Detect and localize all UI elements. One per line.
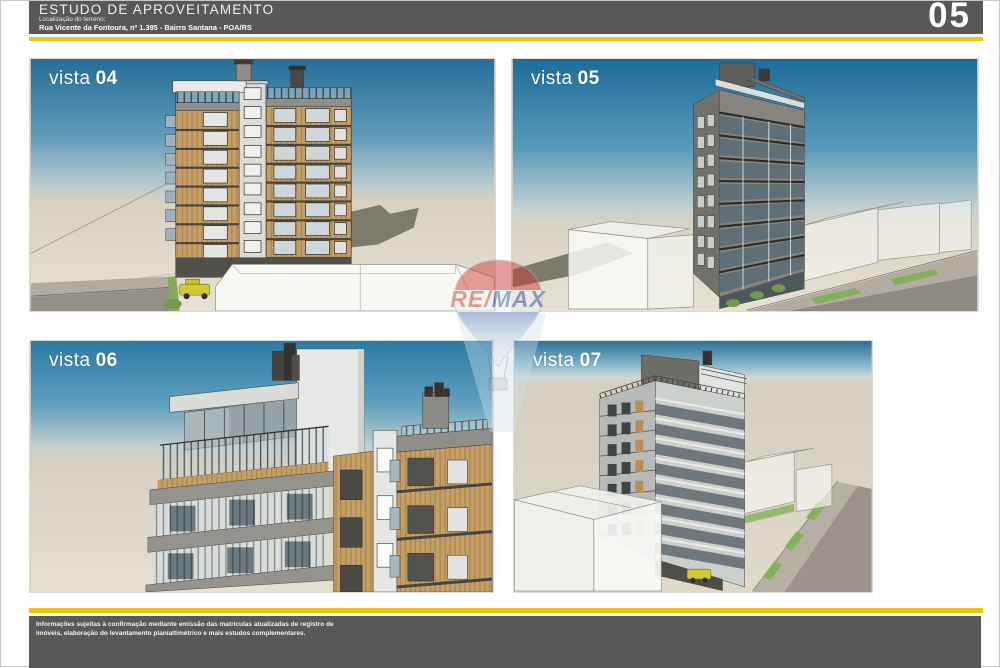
vista-07-label: vista07 bbox=[533, 350, 602, 372]
vista-04-label: vista04 bbox=[49, 68, 118, 90]
vista-04-panel: vista04 bbox=[29, 58, 496, 312]
vista-05-panel: vista05 bbox=[511, 58, 979, 312]
side-balconies-04 bbox=[166, 116, 176, 241]
foreground-white-building-04 bbox=[215, 264, 494, 311]
page-title: ESTUDO DE APROVEITAMENTO bbox=[39, 2, 274, 17]
vista-07-panel: vista07 bbox=[513, 340, 873, 593]
study-page: { "header": { "title": "ESTUDO DE APROVE… bbox=[0, 0, 1000, 667]
page-number: 05 bbox=[928, 0, 971, 36]
header-yellow-rule bbox=[29, 37, 983, 41]
vista-07-render bbox=[514, 341, 872, 592]
vista-05-render bbox=[512, 59, 978, 311]
vista-06-label: vista06 bbox=[49, 350, 118, 372]
location-label: Localização do terreno: bbox=[39, 16, 105, 23]
vista-06-panel: vista06 bbox=[29, 340, 494, 593]
mid-column-windows-06 bbox=[340, 470, 362, 592]
vista-05-label: vista05 bbox=[531, 68, 600, 90]
page-footer: Informações sujeitas à confirmação media… bbox=[29, 616, 981, 668]
vista-06-render bbox=[30, 341, 493, 592]
page-header: ESTUDO DE APROVEITAMENTO Localização do … bbox=[29, 1, 983, 34]
foreground-white-box-07 bbox=[514, 486, 661, 591]
footer-yellow-rule bbox=[29, 608, 983, 613]
vista-04-render bbox=[30, 59, 495, 311]
location-address: Rua Vicente da Fontoura, nº 1.395 - Bair… bbox=[39, 23, 252, 32]
disclaimer-text: Informações sujeitas à confirmação media… bbox=[36, 621, 336, 639]
windows-center-04 bbox=[244, 88, 261, 253]
